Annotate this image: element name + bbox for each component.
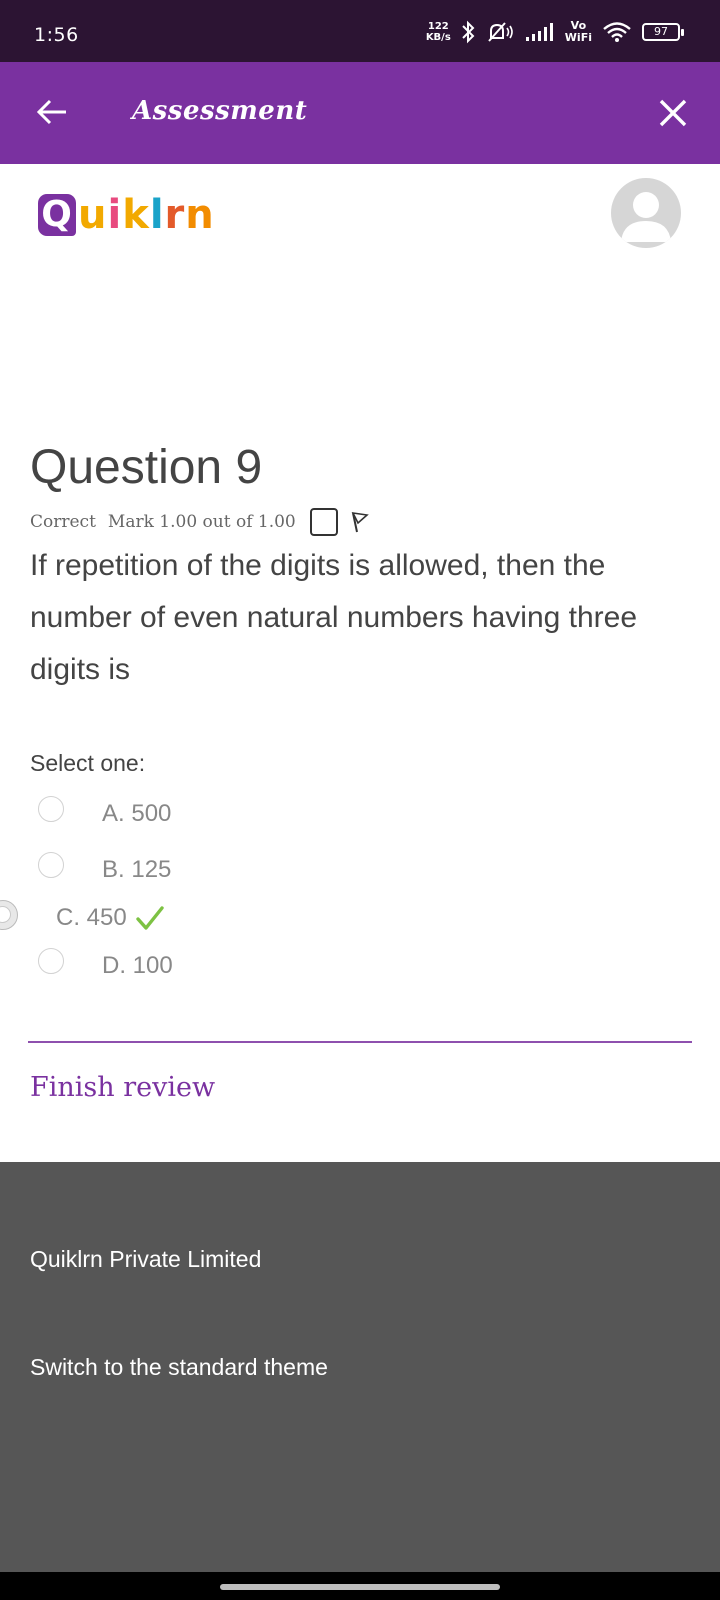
- question-title: Question 9: [30, 441, 263, 494]
- logo-letter: u: [78, 192, 108, 238]
- status-icons: 122 KB/s Vo WiFi 97: [426, 16, 684, 48]
- flag-icon[interactable]: [348, 510, 370, 534]
- battery-indicator: 97: [642, 23, 684, 41]
- option-b[interactable]: B. 125: [102, 856, 171, 884]
- switch-theme-link[interactable]: Switch to the standard theme: [30, 1354, 328, 1381]
- signal-icon: [525, 23, 553, 41]
- option-c[interactable]: C. 450: [56, 904, 165, 932]
- option-c-radio[interactable]: [0, 900, 18, 930]
- quiklrn-logo[interactable]: Q u i k l r n: [38, 190, 215, 240]
- option-d-label: D. 100: [102, 952, 173, 979]
- status-time: 1:56: [34, 24, 79, 46]
- user-icon: [621, 192, 671, 242]
- home-indicator[interactable]: [220, 1584, 500, 1590]
- question-text: If repetition of the digits is allowed, …: [30, 549, 638, 686]
- status-bar: 1:56 122 KB/s Vo WiFi 97: [0, 0, 720, 62]
- logo-letter: r: [164, 192, 186, 238]
- question-status: Correct: [30, 512, 96, 532]
- system-nav-bar: [0, 1572, 720, 1600]
- company-name: Quiklrn Private Limited: [30, 1246, 262, 1272]
- arrow-left-icon[interactable]: [34, 94, 70, 130]
- flag-question-checkbox[interactable]: [309, 508, 338, 536]
- option-d-radio[interactable]: [38, 948, 64, 974]
- finish-review-link[interactable]: Finish review: [30, 1072, 215, 1103]
- option-c-label: C. 450: [56, 904, 127, 931]
- logo-letter: n: [185, 192, 215, 238]
- section-divider: [28, 1041, 692, 1043]
- footer: Quiklrn Private Limited Switch to the st…: [0, 1162, 720, 1572]
- wifi-icon: [603, 22, 631, 42]
- battery-level: 97: [654, 25, 668, 38]
- correct-check-icon: [136, 906, 164, 930]
- app-bar: Assessment: [0, 62, 720, 164]
- mute-icon: [488, 22, 513, 42]
- app-title: Assessment: [132, 96, 308, 126]
- option-b-radio[interactable]: [38, 852, 64, 878]
- option-a-radio[interactable]: [38, 796, 64, 822]
- option-a[interactable]: A. 500: [102, 800, 171, 828]
- select-one-label: Select one:: [30, 750, 146, 776]
- option-a-label: A. 500: [102, 800, 172, 827]
- option-b-label: B. 125: [102, 856, 172, 883]
- bluetooth-icon: [462, 20, 475, 44]
- logo-letter: k: [122, 192, 150, 238]
- question-mark: Mark 1.00 out of 1.00: [107, 512, 296, 532]
- logo-letter: l: [149, 192, 165, 238]
- network-speed-value: 122: [427, 21, 449, 32]
- network-speed: 122 KB/s: [426, 21, 451, 43]
- avatar[interactable]: [611, 178, 681, 248]
- vowifi-bottom: WiFi: [564, 31, 592, 44]
- network-speed-unit: KB/s: [425, 32, 451, 43]
- option-d[interactable]: D. 100: [102, 952, 173, 980]
- vowifi-indicator: Vo WiFi: [565, 20, 592, 44]
- question-meta: Correct Mark 1.00 out of 1.00: [30, 508, 370, 536]
- logo-letter: i: [107, 192, 123, 238]
- close-icon[interactable]: [656, 96, 690, 130]
- logo-initial: Q: [38, 194, 76, 236]
